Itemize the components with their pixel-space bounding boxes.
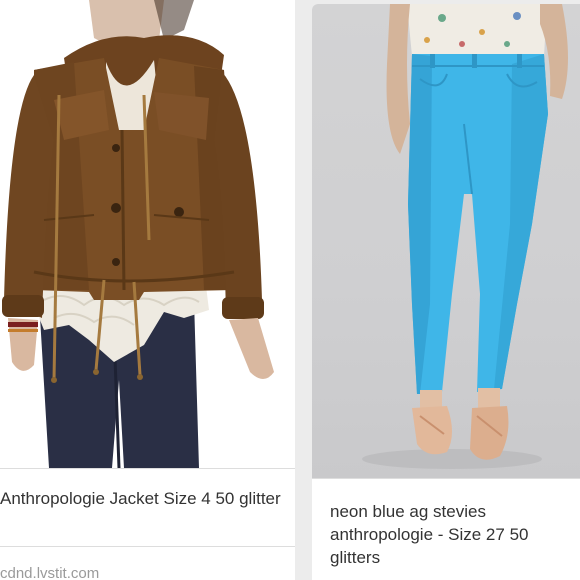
product-photo-jacket[interactable]: [0, 0, 295, 468]
result-card-jeans[interactable]: neon blue ag stevies anthropologie - Siz…: [312, 4, 580, 580]
card-divider: [312, 478, 580, 479]
result-caption[interactable]: neon blue ag stevies anthropologie - Siz…: [330, 500, 580, 569]
jacket-model-illustration: [2, 0, 274, 468]
card-divider: [0, 546, 295, 547]
card-divider: [0, 468, 295, 469]
image-results-grid: Anthropologie Jacket Size 4 50 glitter c…: [0, 0, 580, 580]
product-photo-jeans[interactable]: [312, 4, 580, 478]
jeans-model-illustration: [362, 4, 568, 469]
result-card-jacket[interactable]: Anthropologie Jacket Size 4 50 glitter c…: [0, 0, 295, 580]
result-caption[interactable]: Anthropologie Jacket Size 4 50 glitter: [0, 487, 285, 510]
result-source-link[interactable]: cdnd.lvstit.com: [0, 565, 99, 580]
